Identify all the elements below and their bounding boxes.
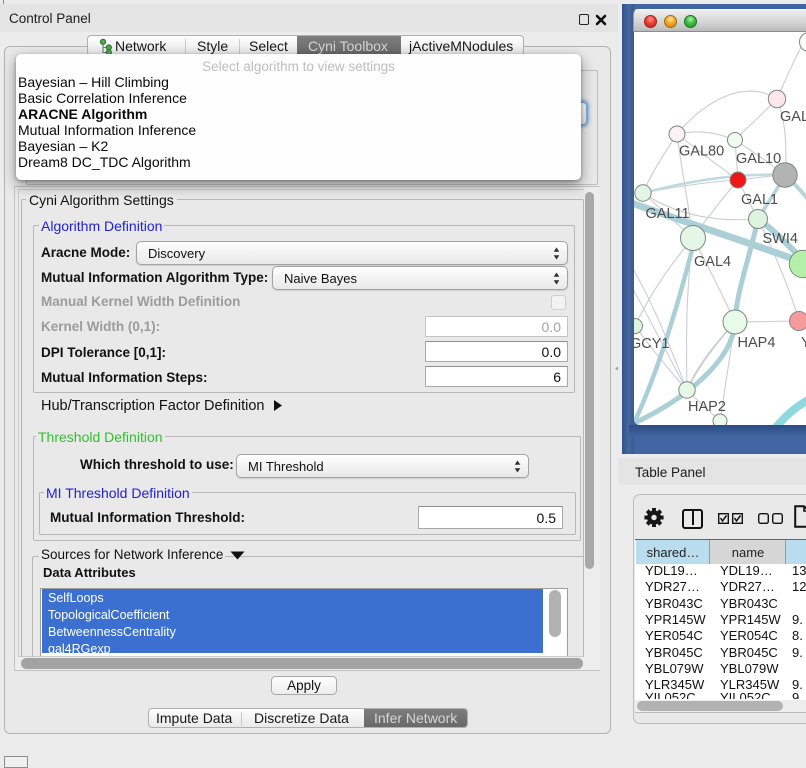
svg-text:GAL11: GAL11 bbox=[646, 206, 690, 222]
svg-text:GAL4: GAL4 bbox=[694, 254, 731, 270]
svg-text:GCY1: GCY1 bbox=[634, 336, 670, 352]
svg-text:GAL80: GAL80 bbox=[679, 144, 724, 160]
svg-text:GAL1: GAL1 bbox=[741, 192, 778, 208]
svg-text:SWI4: SWI4 bbox=[763, 231, 798, 247]
svg-text:GAL7: GAL7 bbox=[780, 109, 806, 125]
svg-text:GAL10: GAL10 bbox=[736, 151, 781, 167]
svg-text:HAP2: HAP2 bbox=[688, 399, 726, 415]
svg-text:HAP4: HAP4 bbox=[738, 335, 776, 351]
svg-text:Y: Y bbox=[801, 335, 806, 351]
